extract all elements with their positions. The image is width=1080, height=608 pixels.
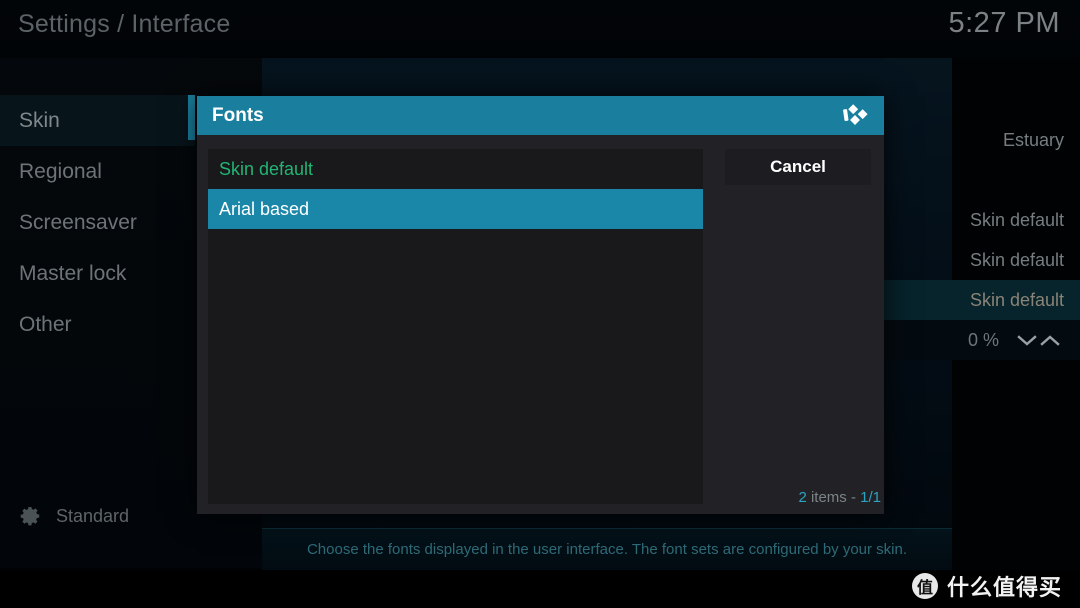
item-count-label: 2 items - 1/1 xyxy=(798,489,881,506)
sidebar-item-other[interactable]: Other xyxy=(0,299,195,350)
kodi-settings-screen: Settings / Interface 5:27 PM Skin Region… xyxy=(0,0,1080,608)
sidebar-item-label: Other xyxy=(19,312,72,336)
setting-value-row-blank xyxy=(884,160,1080,200)
profile-name: Standard xyxy=(56,505,130,526)
sidebar-item-skin[interactable]: Skin xyxy=(0,95,195,146)
setting-description-bar: Choose the fonts displayed in the user i… xyxy=(262,528,952,570)
setting-value-row[interactable]: Skin default xyxy=(884,200,1080,240)
setting-value-row[interactable]: Skin default xyxy=(884,240,1080,280)
clock: 5:27 PM xyxy=(948,7,1060,39)
settings-category-list: Skin Regional Screensaver Master lock Ot… xyxy=(0,95,195,350)
sidebar-item-label: Skin xyxy=(19,108,60,132)
spinner-arrows[interactable] xyxy=(1017,334,1060,347)
sidebar-focus-indicator xyxy=(188,95,195,140)
fonts-selection-dialog: Fonts Skin default Arial based Cancel 2 … xyxy=(197,96,884,514)
chevron-up-icon[interactable] xyxy=(1040,334,1060,347)
font-options-list[interactable]: Skin default Arial based xyxy=(208,149,703,504)
kodi-logo-icon xyxy=(843,104,868,125)
setting-description-text: Choose the fonts displayed in the user i… xyxy=(306,541,908,558)
sidebar-item-screensaver[interactable]: Screensaver xyxy=(0,197,195,248)
settings-values-column: Estuary Skin default Skin default Skin d… xyxy=(884,120,1080,360)
item-count-page: 1/1 xyxy=(860,489,881,506)
cancel-button[interactable]: Cancel xyxy=(725,149,871,185)
sidebar-item-label: Master lock xyxy=(19,261,127,285)
sidebar-item-master-lock[interactable]: Master lock xyxy=(0,248,195,299)
dialog-header: Fonts xyxy=(197,96,884,135)
setting-value-row[interactable]: Estuary xyxy=(884,120,1080,160)
breadcrumb: Settings / Interface xyxy=(18,10,231,38)
setting-value-row-spinner[interactable]: 0 % xyxy=(884,320,1080,360)
chevron-down-icon[interactable] xyxy=(1017,334,1037,347)
item-count-word: items - xyxy=(806,489,861,506)
gear-icon xyxy=(20,507,40,526)
dialog-body: Skin default Arial based Cancel 2 items … xyxy=(197,135,884,514)
sidebar-item-regional[interactable]: Regional xyxy=(0,146,195,197)
spinner-value: 0 % xyxy=(967,329,999,350)
sidebar-item-label: Screensaver xyxy=(19,210,137,234)
setting-value-row-selected[interactable]: Skin default xyxy=(884,280,1080,320)
option-skin-default[interactable]: Skin default xyxy=(208,149,703,189)
watermark-badge-icon: 值 xyxy=(911,573,938,599)
sidebar-item-label: Regional xyxy=(19,159,102,183)
profile-indicator[interactable]: Standard xyxy=(20,505,129,527)
item-count-number: 2 xyxy=(798,489,807,506)
top-bar: Settings / Interface 5:27 PM xyxy=(0,0,1080,58)
dialog-title: Fonts xyxy=(212,104,264,126)
watermark: 值 什么值得买 xyxy=(911,566,1062,606)
watermark-text: 什么值得买 xyxy=(946,576,1062,601)
option-arial-based[interactable]: Arial based xyxy=(208,189,703,229)
